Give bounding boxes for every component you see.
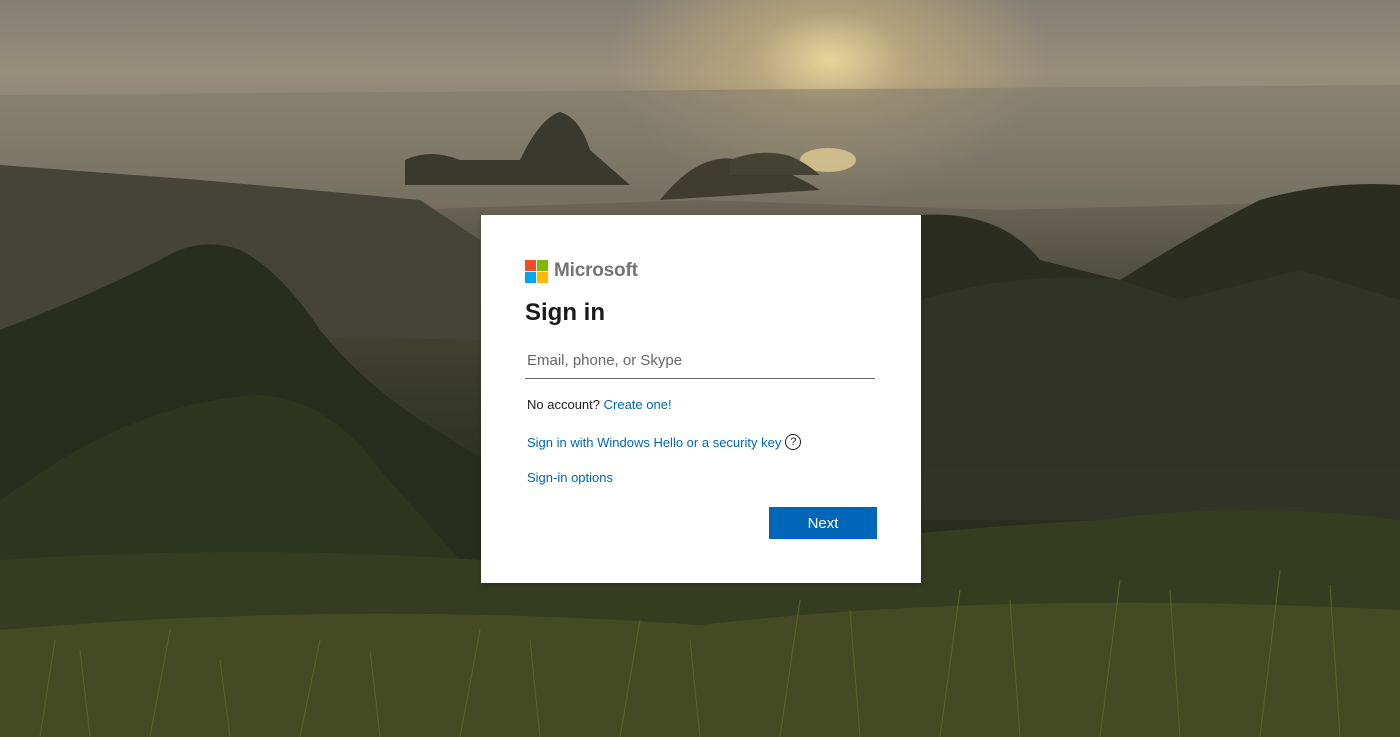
no-account-row: No account? Create one! (527, 397, 877, 415)
logo-square-blue (525, 271, 536, 283)
email-input[interactable] (525, 343, 875, 379)
windows-hello-row: Sign in with Windows Hello or a security… (527, 433, 877, 451)
page-title: Sign in (525, 299, 605, 326)
signin-options-link[interactable]: Sign-in options (527, 470, 613, 485)
no-account-text: No account? (527, 397, 600, 412)
brand-header: Microsoft (525, 259, 877, 283)
signin-card: Microsoft Sign in No account? Create one… (481, 215, 921, 583)
logo-square-green (537, 259, 548, 271)
logo-square-red (525, 259, 536, 271)
next-button[interactable]: Next (769, 507, 877, 539)
question-circle-icon[interactable]: ? (785, 434, 802, 450)
windows-hello-link[interactable]: Sign in with Windows Hello or a security… (527, 435, 781, 450)
signin-options-row: Sign-in options (527, 470, 877, 488)
brand-name: Microsoft (554, 260, 638, 281)
create-account-link[interactable]: Create one! (604, 397, 672, 412)
microsoft-logo-icon (525, 259, 548, 283)
logo-square-yellow (537, 271, 548, 283)
email-field-wrapper (525, 343, 875, 379)
